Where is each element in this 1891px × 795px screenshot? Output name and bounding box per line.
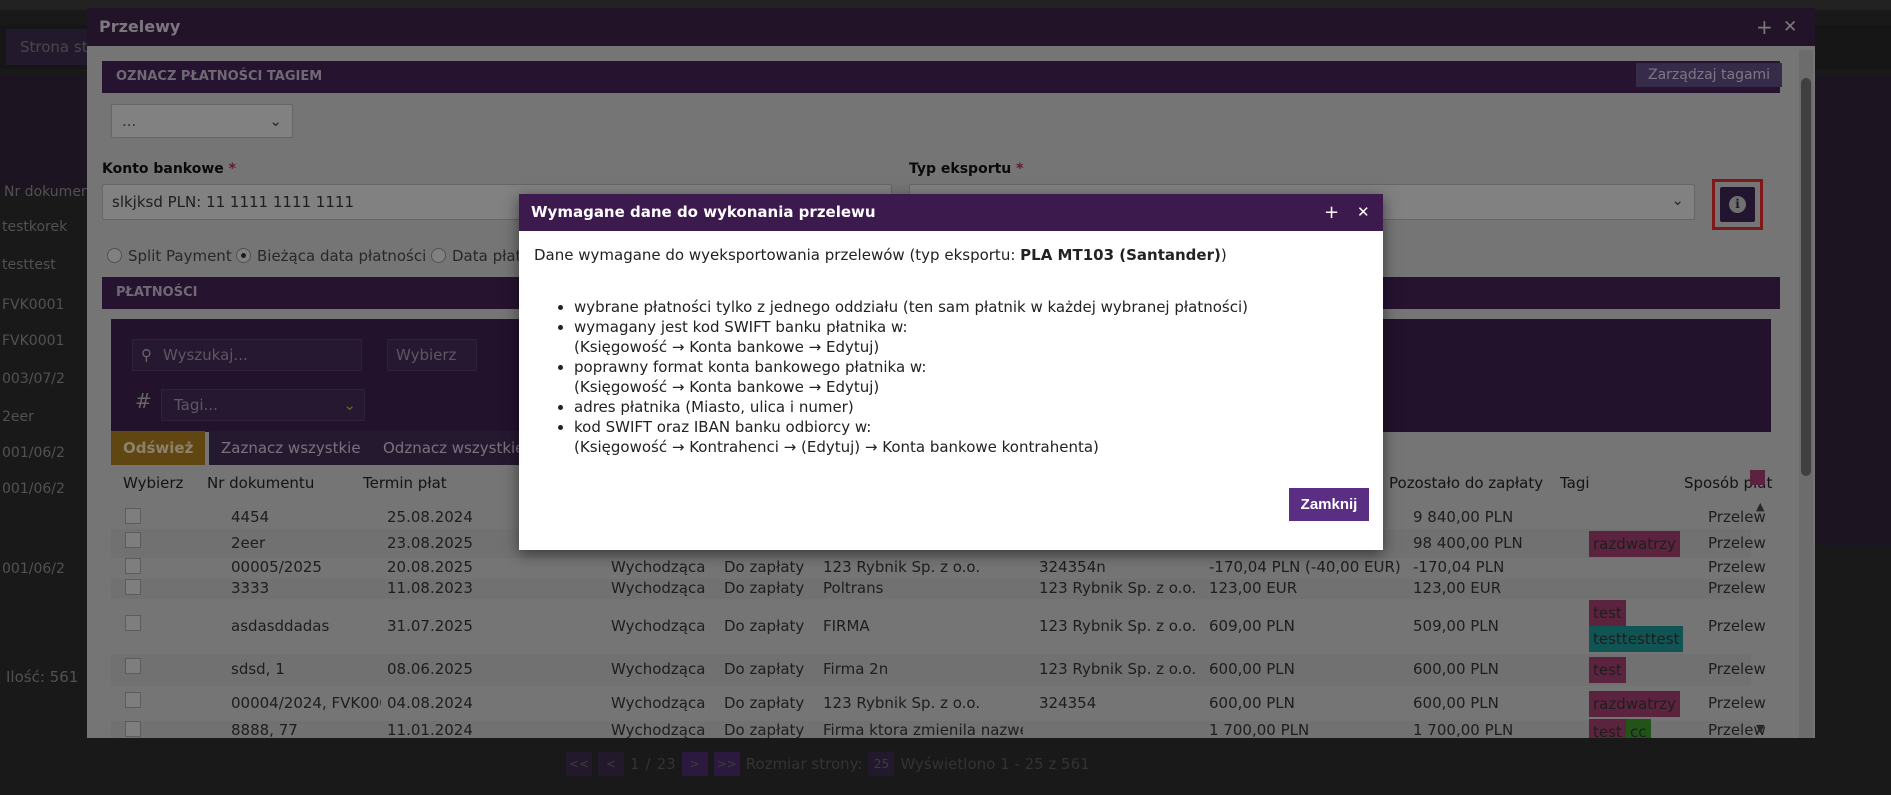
list-item: adres płatnika (Miasto, ulica i numer) [574, 397, 1364, 417]
list-item: wybrane płatności tylko z jednego oddzia… [574, 297, 1364, 317]
list-item: poprawny format konta bankowego płatnika… [574, 357, 1364, 397]
list-item: kod SWIFT oraz IBAN banku odbiorcy w:(Ks… [574, 417, 1364, 457]
modal-intro: Dane wymagane do wyeksportowania przelew… [534, 246, 1227, 264]
required-data-modal: Wymagane dane do wykonania przelewu + ✕ … [519, 194, 1383, 550]
requirements-list: wybrane płatności tylko z jednego oddzia… [574, 297, 1364, 457]
modal-title: Wymagane dane do wykonania przelewu [519, 194, 1383, 231]
close-icon[interactable]: ✕ [1357, 194, 1370, 231]
list-item: wymagany jest kod SWIFT banku płatnika w… [574, 317, 1364, 357]
maximize-icon[interactable]: + [1324, 194, 1339, 231]
close-button[interactable]: Zamknij [1289, 488, 1369, 521]
